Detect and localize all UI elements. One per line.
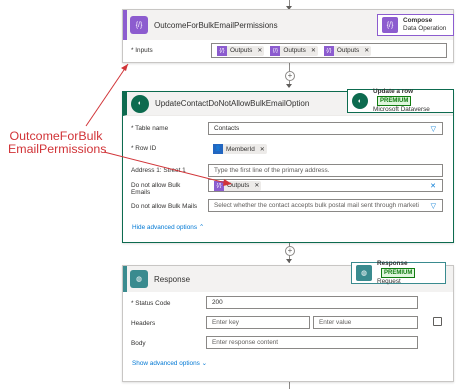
compose-icon: {/}: [130, 16, 148, 34]
body-label: Body: [131, 340, 146, 347]
headers-row: Headers: [131, 320, 205, 327]
remove-token-icon[interactable]: ✕: [364, 47, 369, 54]
switch-mode-icon[interactable]: [433, 317, 442, 326]
row-id-row: * Row ID: [131, 145, 205, 152]
outputs-token[interactable]: {/} Outputs ✕: [214, 180, 262, 191]
arrow-2-icon: [286, 259, 292, 263]
compose-token-icon: {/}: [217, 45, 227, 56]
response-action-title: Response: [377, 260, 408, 267]
annotation-callout: OutcomeForBulk EmailPermissions: [8, 130, 107, 156]
hide-advanced-link[interactable]: Hide advanced options ⌃: [132, 223, 204, 231]
inputs-label: * Inputs: [131, 47, 153, 54]
bulk-emails-field[interactable]: {/} Outputs ✕ ✕: [208, 179, 443, 192]
chevron-down-icon: ▽: [430, 203, 436, 210]
chevron-down-icon: ▽: [430, 126, 436, 133]
update-action-title: Update a row: [373, 88, 414, 95]
table-name-dropdown[interactable]: Contacts ▽: [208, 122, 443, 135]
dataverse-icon: ◐: [131, 94, 149, 113]
add-step-1-icon[interactable]: +: [285, 71, 295, 81]
arrow-1-icon: [286, 84, 292, 88]
table-name-label: * Table name: [131, 125, 169, 132]
response-action-badge[interactable]: ◍ ResponsePREMIUM Request: [351, 260, 446, 285]
compose-inputs-row: * Inputs: [131, 47, 205, 54]
table-name-row: * Table name: [131, 125, 205, 132]
arrow-to-compose-head: [121, 64, 128, 71]
compose-token-icon: {/}: [323, 45, 334, 56]
street-label: Address 1: Street 1: [131, 167, 186, 174]
premium-badge: PREMIUM: [381, 268, 416, 278]
compose-token-icon: {/}: [214, 180, 224, 191]
user-token-icon: 👤: [213, 144, 223, 154]
response-action-icon: ◍: [356, 265, 372, 281]
bulk-emails-row: Do not allow Bulk Emails: [131, 182, 191, 196]
memberid-token[interactable]: 👤 MemberId ✕: [213, 144, 267, 154]
inputs-token[interactable]: {/} Outputs ✕: [323, 45, 372, 56]
status-row: * Status Code: [131, 300, 205, 307]
response-action-subtitle: Request: [377, 278, 401, 285]
compose-action-icon: {/}: [382, 17, 398, 33]
compose-action-title: Compose: [403, 17, 433, 24]
header-value-input[interactable]: Enter value: [313, 316, 418, 329]
bulk-mails-row: Do not allow Bulk Mails: [131, 203, 205, 210]
header-key-input[interactable]: Enter key: [206, 316, 310, 329]
bulk-emails-label: Do not allow Bulk Emails: [131, 182, 181, 196]
chevron-up-icon: ⌃: [198, 224, 205, 231]
update-row-action-badge[interactable]: ◐ Update a rowPREMIUM Microsoft Dataverse: [347, 88, 454, 113]
premium-badge: PREMIUM: [377, 96, 412, 106]
remove-token-icon[interactable]: ✕: [257, 47, 262, 54]
street-row: Address 1: Street 1: [131, 167, 205, 174]
compose-token-icon: {/}: [270, 45, 281, 56]
compose-card-title: OutcomeForBulkEmailPermissions: [154, 20, 278, 30]
row-id-label: * Row ID: [131, 145, 157, 152]
row-id-field[interactable]: 👤 MemberId ✕: [208, 141, 443, 157]
remove-token-icon[interactable]: ✕: [311, 47, 316, 54]
inputs-token[interactable]: {/} Outputs ✕: [270, 45, 318, 56]
dataverse-action-icon: ◐: [352, 93, 368, 109]
compose-action-subtitle: Data Operation: [403, 25, 447, 32]
headers-label: Headers: [131, 320, 156, 327]
bulk-mails-dropdown[interactable]: Select whether the contact accepts bulk …: [208, 199, 443, 212]
compose-action-badge[interactable]: {/} Compose Data Operation: [377, 14, 454, 36]
bulk-mails-label: Do not allow Bulk Mails: [131, 203, 198, 210]
update-card-title: UpdateContactDoNotAllowBulkEmailOption: [155, 99, 310, 108]
add-step-2-icon[interactable]: +: [285, 246, 295, 256]
clear-icon[interactable]: ✕: [430, 182, 436, 190]
body-row: Body: [131, 340, 205, 347]
response-card-title: Response: [154, 274, 191, 284]
remove-token-icon[interactable]: ✕: [254, 182, 259, 189]
chevron-down-icon: ⌄: [201, 360, 208, 367]
globe-icon: ◍: [130, 270, 148, 288]
show-advanced-link[interactable]: Show advanced options ⌄: [132, 359, 207, 367]
street-input[interactable]: Type the first line of the primary addre…: [208, 164, 443, 177]
body-input[interactable]: Enter response content: [206, 336, 418, 349]
remove-token-icon[interactable]: ✕: [260, 146, 265, 153]
inputs-token[interactable]: {/} Outputs ✕: [217, 45, 265, 56]
update-action-subtitle: Microsoft Dataverse: [373, 106, 430, 113]
status-code-input[interactable]: 200: [206, 296, 418, 309]
inputs-field[interactable]: {/} Outputs ✕ {/} Outputs ✕ {/} Outputs ✕: [211, 43, 447, 58]
bottom-connector: [289, 382, 290, 389]
status-code-label: * Status Code: [131, 300, 171, 307]
callout-line-2: EmailPermissions: [8, 142, 107, 156]
